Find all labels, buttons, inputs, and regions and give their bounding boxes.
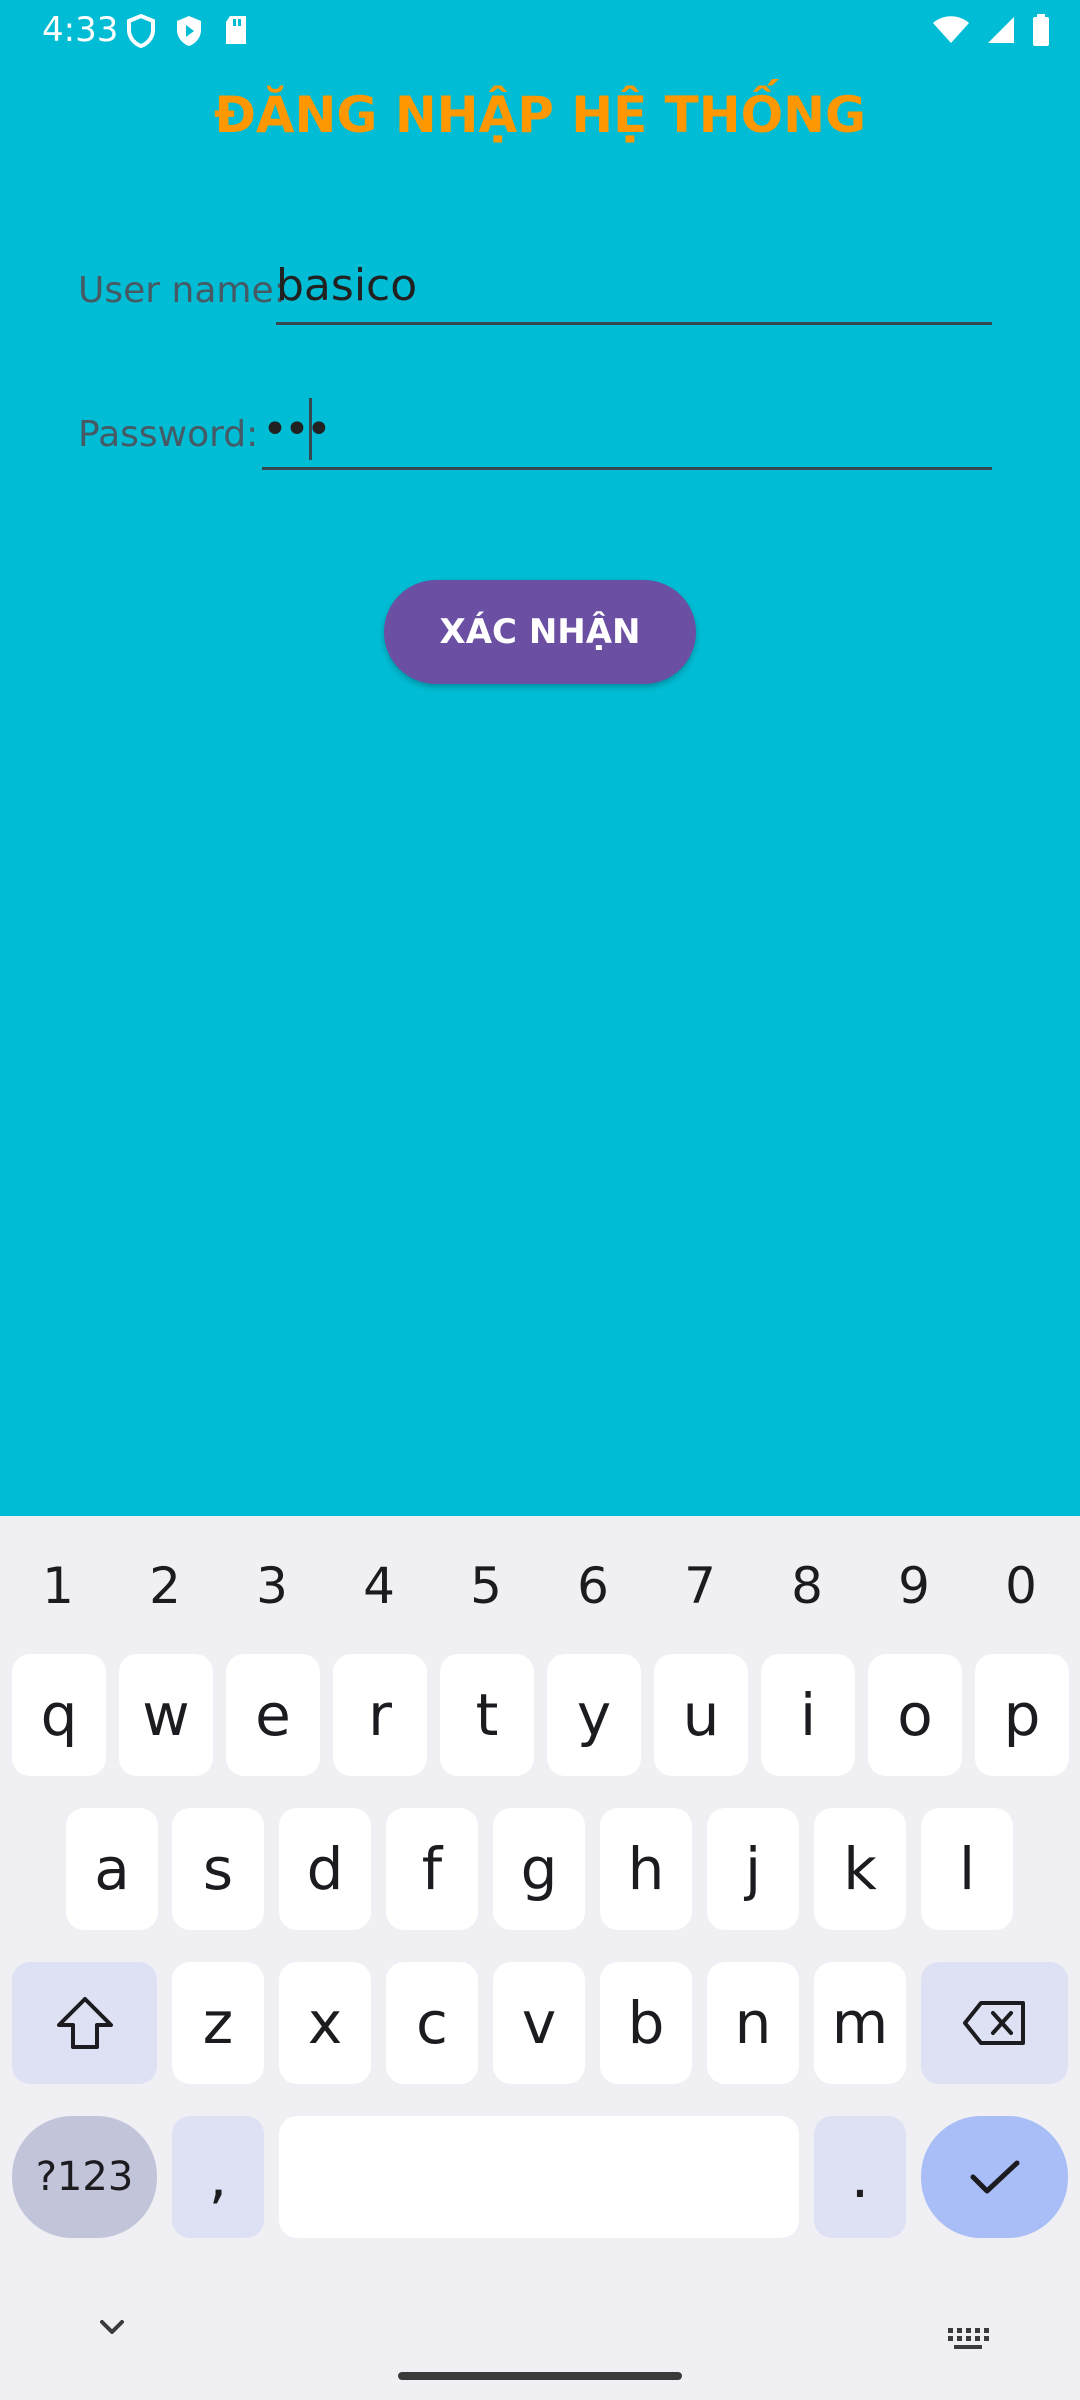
key-9[interactable]: 9 [864,1536,964,1636]
username-label: User name: [78,270,286,311]
chevron-down-icon [100,2320,124,2334]
key-o[interactable]: o [868,1654,962,1776]
battery-icon [1033,14,1049,46]
keyboard-icon [948,2328,989,2349]
symbols-key[interactable]: ?123 [12,2116,157,2238]
switch-keyboard-button[interactable] [946,2326,990,2357]
key-n[interactable]: n [707,1962,799,2084]
key-8[interactable]: 8 [757,1536,857,1636]
key-a[interactable]: a [66,1808,158,1930]
key-c[interactable]: c [386,1962,478,2084]
password-underline [262,467,992,470]
status-time: 4:33 [42,10,119,50]
username-underline [276,322,992,325]
enter-key[interactable] [921,2116,1068,2238]
key-3[interactable]: 3 [222,1536,322,1636]
password-input[interactable]: ••• [262,404,332,455]
key-6[interactable]: 6 [543,1536,643,1636]
key-s[interactable]: s [172,1808,264,1930]
shift-key[interactable] [12,1962,157,2084]
status-icons-right [932,14,1050,46]
sd-card-icon [226,16,246,44]
backspace-icon [962,2001,1025,2045]
username-input[interactable]: basico [276,260,417,311]
key-z[interactable]: z [172,1962,264,2084]
home-indicator[interactable] [398,2372,682,2380]
status-bar: 4:33 [0,0,1080,62]
text-cursor [309,398,312,460]
wifi-icon [933,16,969,43]
key-x[interactable]: x [279,1962,371,2084]
password-label: Password: [78,414,259,455]
key-2[interactable]: 2 [115,1536,215,1636]
key-f[interactable]: f [386,1808,478,1930]
comma-key[interactable]: , [172,2116,264,2238]
space-key[interactable] [279,2116,799,2238]
key-k[interactable]: k [814,1808,906,1930]
confirm-button[interactable]: XÁC NHẬN [384,580,696,684]
key-u[interactable]: u [654,1654,748,1776]
period-key[interactable]: . [814,2116,906,2238]
key-5[interactable]: 5 [436,1536,536,1636]
key-h[interactable]: h [600,1808,692,1930]
key-b[interactable]: b [600,1962,692,2084]
shift-icon [56,1997,113,2049]
key-m[interactable]: m [814,1962,906,2084]
key-4[interactable]: 4 [329,1536,429,1636]
key-1[interactable]: 1 [8,1536,108,1636]
key-w[interactable]: w [119,1654,213,1776]
hide-keyboard-button[interactable] [92,2312,132,2347]
key-0[interactable]: 0 [971,1536,1071,1636]
key-t[interactable]: t [440,1654,534,1776]
bottom-nav [0,2290,1080,2400]
key-r[interactable]: r [333,1654,427,1776]
key-7[interactable]: 7 [650,1536,750,1636]
signal-icon [988,17,1014,43]
key-g[interactable]: g [493,1808,585,1930]
key-q[interactable]: q [12,1654,106,1776]
key-l[interactable]: l [921,1808,1013,1930]
shield-icon [127,14,155,48]
key-d[interactable]: d [279,1808,371,1930]
key-y[interactable]: y [547,1654,641,1776]
page-title: ĐĂNG NHẬP HỆ THỐNG [213,86,867,144]
key-j[interactable]: j [707,1808,799,1930]
checkmark-icon [970,2160,1019,2194]
backspace-key[interactable] [921,1962,1068,2084]
status-icons-left [126,14,250,48]
key-i[interactable]: i [761,1654,855,1776]
number-row: 1 2 3 4 5 6 7 8 9 0 [0,1536,1080,1636]
key-e[interactable]: e [226,1654,320,1776]
play-protect-icon [177,16,201,46]
soft-keyboard: 1 2 3 4 5 6 7 8 9 0 q w e r t y u i o p … [0,1516,1080,2400]
key-v[interactable]: v [493,1962,585,2084]
key-p[interactable]: p [975,1654,1069,1776]
